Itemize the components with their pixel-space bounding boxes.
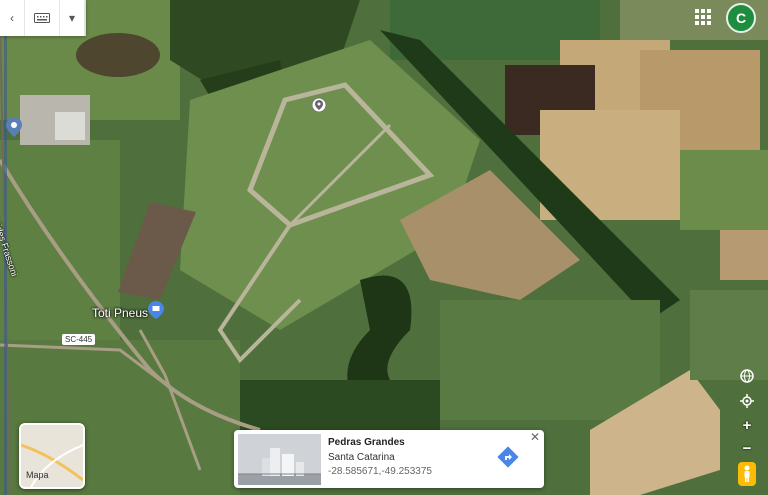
input-tools-menu[interactable]: ▾ — [60, 0, 85, 36]
zoom-in-button[interactable]: + — [738, 416, 756, 434]
directions-icon[interactable] — [497, 446, 519, 468]
apps-grid-icon[interactable] — [692, 6, 714, 28]
chevron-left-icon: ‹ — [10, 11, 14, 25]
globe-button[interactable] — [738, 367, 756, 385]
my-location-button[interactable] — [738, 392, 756, 410]
map-toolbar: ‹ ▾ — [0, 0, 86, 36]
caret-down-icon: ▾ — [68, 11, 76, 25]
place-info-card[interactable]: Pedras Grandes Santa Catarina -28.585671… — [234, 430, 544, 488]
street-view-thumbnail[interactable] — [238, 434, 321, 485]
place-label[interactable]: Toti Pneus — [92, 306, 148, 320]
keyboard-icon — [34, 13, 50, 23]
account-avatar[interactable]: C — [726, 3, 756, 33]
place-coordinates: -28.585671,-49.253375 — [328, 466, 432, 477]
satellite-map[interactable] — [0, 0, 768, 495]
my-location-icon — [740, 394, 754, 408]
keyboard-button[interactable] — [25, 0, 60, 36]
globe-icon — [740, 369, 754, 383]
shop-pin-icon[interactable] — [148, 301, 164, 319]
place-subtitle[interactable]: Santa Catarina — [328, 452, 395, 463]
pegman-button[interactable] — [738, 462, 756, 486]
zoom-out-button[interactable]: − — [738, 439, 756, 457]
minimap-label: Mapa — [26, 470, 49, 480]
close-card-button[interactable]: ✕ — [530, 430, 540, 444]
edge-pin-icon[interactable] — [6, 117, 22, 137]
map-type-toggle[interactable]: Mapa — [19, 423, 85, 489]
pegman-icon — [744, 465, 750, 482]
back-button[interactable]: ‹ — [0, 0, 25, 36]
location-pin-icon[interactable] — [311, 97, 327, 115]
place-title: Pedras Grandes — [328, 437, 405, 448]
road-badge: SC-445 — [62, 334, 96, 345]
